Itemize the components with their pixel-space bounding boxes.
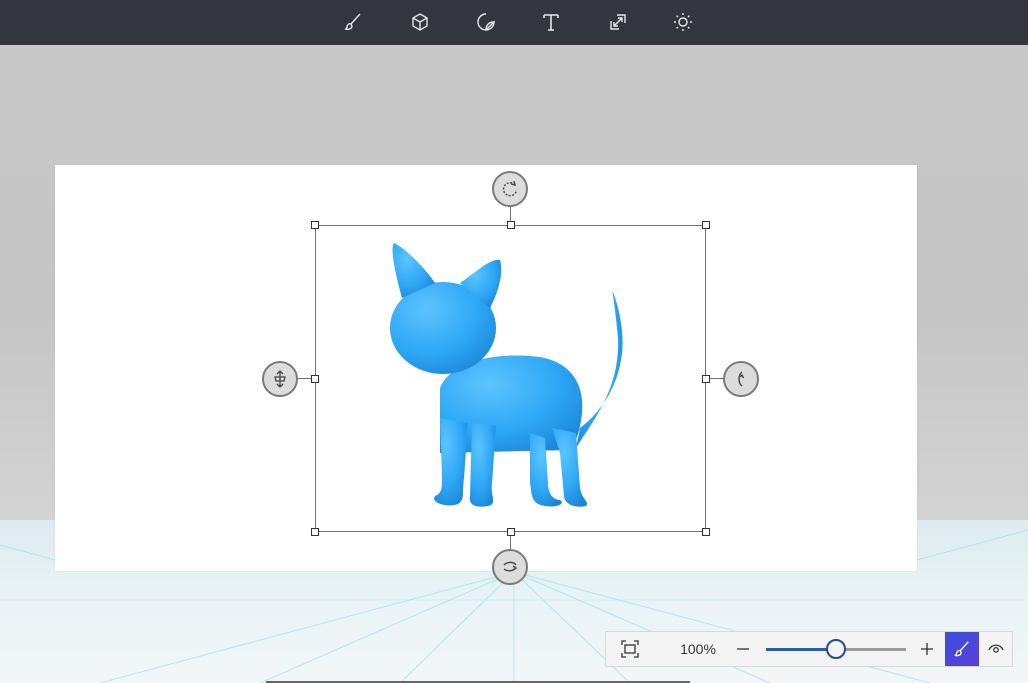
- sticker-icon: [477, 13, 495, 31]
- zoom-slider[interactable]: [766, 639, 906, 659]
- brush-mode-button[interactable]: [945, 632, 979, 666]
- depth-button[interactable]: [262, 361, 298, 397]
- resize-handle-top[interactable]: [507, 221, 515, 229]
- rotate-z-button[interactable]: [492, 171, 528, 207]
- control-stem: [710, 378, 723, 379]
- control-stem: [510, 536, 511, 550]
- fit-to-window-icon: [621, 640, 639, 658]
- selection-box: [315, 225, 706, 532]
- zoom-bar: 100%: [605, 631, 1013, 667]
- brush-icon: [344, 13, 361, 31]
- rotate-y-button[interactable]: [492, 549, 528, 585]
- resize-handle-right[interactable]: [702, 375, 710, 383]
- resize-handle-top-left[interactable]: [311, 221, 319, 229]
- zoom-slider-thumb[interactable]: [826, 639, 846, 659]
- control-stem: [298, 378, 311, 379]
- sun-icon: [674, 13, 692, 31]
- rotate-z-icon: [502, 180, 518, 197]
- plus-icon: [921, 643, 933, 655]
- text-icon: [543, 14, 559, 31]
- rotate-y-icon: [738, 371, 745, 387]
- brush-icon: [954, 641, 969, 657]
- eye-icon: [988, 644, 1004, 653]
- rotate-x-icon: [503, 561, 518, 572]
- tool-stickers[interactable]: [470, 6, 502, 38]
- zoom-out-button[interactable]: [730, 632, 756, 666]
- tool-canvas[interactable]: [602, 6, 634, 38]
- tool-text[interactable]: [535, 6, 567, 38]
- tool-3d-shapes[interactable]: [404, 6, 436, 38]
- tool-effects[interactable]: [667, 6, 699, 38]
- resize-handle-left[interactable]: [311, 375, 319, 383]
- resize-canvas-icon: [610, 14, 626, 30]
- zoom-percentage: 100%: [680, 641, 716, 657]
- cube-icon: [412, 13, 428, 31]
- view-mode-button[interactable]: [980, 632, 1012, 666]
- rotate-x-button[interactable]: [723, 361, 759, 397]
- zoom-in-button[interactable]: [914, 632, 940, 666]
- resize-handle-bottom-right[interactable]: [702, 528, 710, 536]
- depth-icon: [274, 370, 286, 388]
- minus-icon: [737, 648, 749, 650]
- toolbar: [0, 0, 1028, 45]
- control-stem: [510, 207, 511, 221]
- resize-handle-top-right[interactable]: [702, 221, 710, 229]
- tool-brushes[interactable]: [337, 6, 369, 38]
- resize-handle-bottom[interactable]: [507, 528, 515, 536]
- resize-handle-bottom-left[interactable]: [311, 528, 319, 536]
- fit-to-window-button[interactable]: [612, 632, 648, 666]
